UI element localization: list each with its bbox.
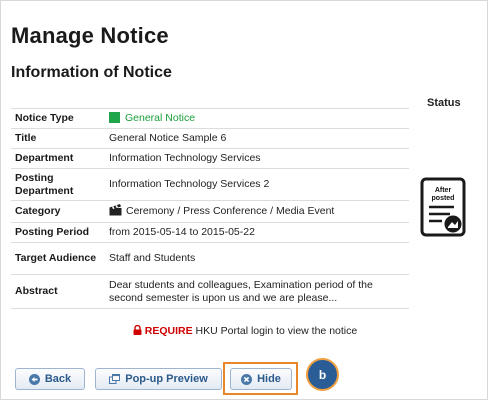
abstract-label: Abstract	[11, 274, 105, 309]
notice-type-text: General Notice	[125, 112, 196, 124]
posting-period-label: Posting Period	[11, 222, 105, 243]
row-notice-type: Notice Type General Notice	[11, 108, 409, 129]
notice-panel: Manage Notice Information of Notice Stat…	[0, 0, 488, 400]
back-button[interactable]: Back	[15, 368, 85, 390]
back-arrow-icon	[28, 373, 40, 385]
notice-type-value: General Notice	[105, 108, 409, 129]
back-label: Back	[44, 373, 72, 385]
notice-info-table: Notice Type General Notice Title General…	[11, 108, 409, 309]
row-posting-period: Posting Period from 2015-05-14 to 2015-0…	[11, 222, 409, 243]
popup-preview-button[interactable]: Pop-up Preview	[95, 368, 222, 390]
popup-window-icon	[109, 374, 121, 384]
page-title: Manage Notice	[11, 23, 169, 48]
posting-department-value: Information Technology Services 2	[105, 168, 409, 201]
row-department: Department Information Technology Servic…	[11, 148, 409, 169]
target-audience-value: Staff and Students	[105, 242, 409, 275]
login-requirement-notice: REQUIRE HKU Portal login to view the not…	[1, 324, 488, 338]
title-value: General Notice Sample 6	[105, 128, 409, 149]
row-title: Title General Notice Sample 6	[11, 128, 409, 149]
row-posting-department: Posting Department Information Technolog…	[11, 168, 409, 201]
department-value: Information Technology Services	[105, 148, 409, 169]
hide-button-highlight	[223, 362, 298, 395]
callout-marker: b	[306, 358, 339, 391]
row-abstract: Abstract Dear students and colleagues, E…	[11, 274, 409, 309]
target-audience-label: Target Audience	[11, 242, 105, 275]
title-label: Title	[11, 128, 105, 149]
status-header: Status	[427, 97, 461, 109]
require-text: HKU Portal login to view the notice	[195, 325, 358, 337]
require-keyword: REQUIRE	[144, 325, 193, 337]
section-title: Information of Notice	[11, 64, 172, 81]
category-label: Category	[11, 200, 105, 223]
row-category: Category Ceremony / Press Conference / M…	[11, 200, 409, 223]
popup-preview-label: Pop-up Preview	[125, 373, 208, 385]
row-target-audience: Target Audience Staff and Students	[11, 242, 409, 275]
abstract-value: Dear students and colleagues, Examinatio…	[105, 274, 409, 309]
category-value: Ceremony / Press Conference / Media Even…	[105, 200, 409, 223]
category-text: Ceremony / Press Conference / Media Even…	[126, 204, 335, 217]
stamp-line1: After	[434, 187, 452, 194]
stamp-line2: posted	[431, 195, 455, 202]
posting-department-label: Posting Department	[11, 168, 105, 201]
lock-icon	[133, 324, 142, 338]
notice-type-label: Notice Type	[11, 108, 105, 129]
after-posted-status-icon: After posted	[420, 177, 466, 237]
posting-period-value: from 2015-05-14 to 2015-05-22	[105, 222, 409, 243]
department-label: Department	[11, 148, 105, 169]
notice-type-color-icon	[109, 112, 120, 123]
clapperboard-icon	[109, 203, 122, 220]
stamp-text: After posted	[420, 187, 466, 203]
